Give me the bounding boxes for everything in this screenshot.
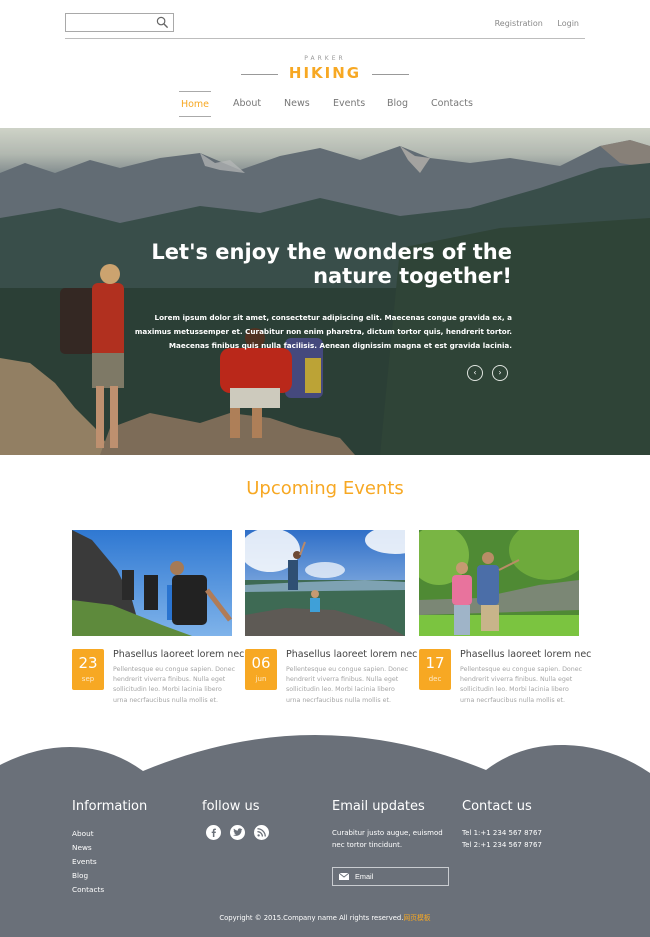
event-month: sep [81,675,95,683]
event-date-badge: 17 dec [419,649,451,690]
nav-item-events[interactable]: Events [333,91,365,117]
hero-background-image [0,128,650,455]
logo-subtitle: PARKER [304,55,346,62]
event-day: 06 [251,654,271,672]
rss-icon[interactable] [254,825,269,840]
footer-phone-2: Tel 2:+1 234 567 8767 [462,841,542,849]
footer-link-about[interactable]: About [72,829,94,838]
event-title[interactable]: Phasellus laoreet lorem nec [460,649,591,660]
event-image[interactable] [419,530,579,636]
nav-item-about[interactable]: About [233,91,261,117]
nav-item-home[interactable]: Home [179,91,211,117]
event-card[interactable]: 17 dec Phasellus laoreet lorem nec Pelle… [419,530,591,704]
footer: Information About News Events Blog Conta… [0,735,650,937]
footer-information: Information About News Events Blog Conta… [72,799,147,897]
footer-follow-title: follow us [202,799,260,814]
footer-link-news[interactable]: News [72,843,92,852]
top-bar: Registration Login [65,0,585,39]
search-icon[interactable] [156,16,169,29]
logo-divider-right [372,74,409,75]
slider-next-button[interactable]: › [492,365,508,381]
account-links: Registration Login [483,19,579,28]
footer-link-blog[interactable]: Blog [72,871,88,880]
email-input[interactable] [355,872,445,881]
footer-email-text: Curabitur justo augue, euismod nec torto… [332,829,443,849]
nav-item-blog[interactable]: Blog [387,91,408,117]
login-link[interactable]: Login [557,19,579,28]
event-month: jun [255,675,267,683]
main-nav: Home About News Events Blog Contacts [0,91,650,117]
footer-contact-title: Contact us [462,799,532,814]
footer-email-title: Email updates [332,799,425,814]
event-day: 17 [425,654,445,672]
event-description: Pellentesque eu congue sapien. Donec hen… [113,666,236,704]
event-card[interactable]: 23 sep Phasellus laoreet lorem nec Pelle… [72,530,244,704]
footer-information-title: Information [72,799,148,814]
copyright-link[interactable]: 网页模板 [403,914,430,922]
footer-phone-1: Tel 1:+1 234 567 8767 [462,829,542,837]
logo-divider-left [241,74,278,75]
footer-link-events[interactable]: Events [72,857,97,866]
event-title[interactable]: Phasellus laoreet lorem nec [286,649,417,660]
hero-title: Let's enjoy the wonders of the nature to… [112,240,512,288]
event-title[interactable]: Phasellus laoreet lorem nec [113,649,244,660]
hero-text: Lorem ipsum dolor sit amet, consectetur … [134,313,512,350]
twitter-icon[interactable] [230,825,245,840]
copyright: Copyright © 2015.Company name All rights… [0,912,650,922]
slider-prev-button[interactable]: ‹ [467,365,483,381]
hero-title-line-2: nature together! [313,264,512,288]
event-image[interactable] [245,530,405,636]
site-logo[interactable]: PARKER HIKING [0,55,650,82]
upcoming-events-heading: Upcoming Events [246,478,404,499]
footer-link-contacts[interactable]: Contacts [72,885,104,894]
registration-link[interactable]: Registration [495,19,543,28]
hero-slider: Let's enjoy the wonders of the nature to… [0,128,650,455]
event-description: Pellentesque eu congue sapien. Donec hen… [286,666,409,704]
footer-email-updates: Email updates Curabitur justo augue, eui… [332,799,457,886]
logo-title: HIKING [288,64,362,82]
event-day: 23 [78,654,98,672]
event-description: Pellentesque eu congue sapien. Donec hen… [460,666,583,704]
copyright-text: Copyright © 2015.Company name All rights… [219,914,404,922]
search-input[interactable] [66,17,154,35]
event-month: dec [428,675,442,683]
footer-contact: Contact us Tel 1:+1 234 567 8767 Tel 2:+… [462,799,542,851]
footer-follow: follow us [202,799,269,840]
event-date-badge: 23 sep [72,649,104,690]
event-image[interactable] [72,530,232,636]
event-card[interactable]: 06 jun Phasellus laoreet lorem nec Pelle… [245,530,417,704]
mail-icon [339,873,349,880]
event-date-badge: 06 jun [245,649,277,690]
nav-item-news[interactable]: News [284,91,310,117]
email-subscribe-box[interactable] [332,867,449,886]
nav-item-contacts[interactable]: Contacts [431,91,473,117]
facebook-icon[interactable] [206,825,221,840]
search-box[interactable] [65,13,174,35]
hero-title-line-1: Let's enjoy the wonders of the [151,240,512,264]
